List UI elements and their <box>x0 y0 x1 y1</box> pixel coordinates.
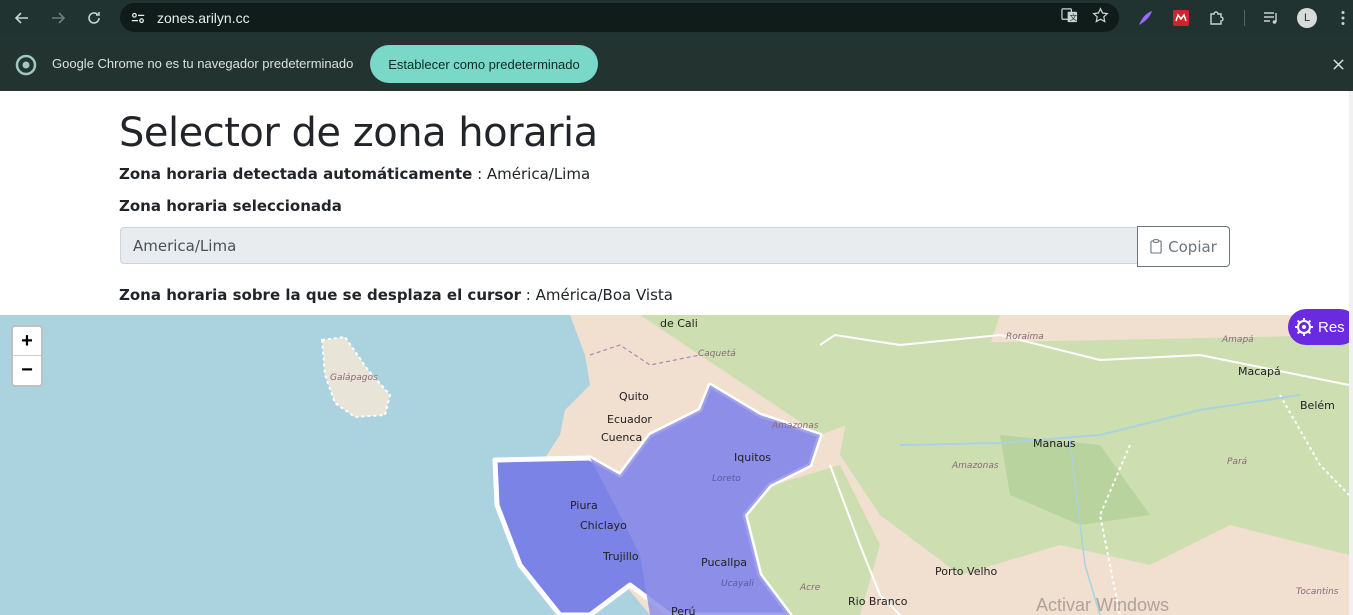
windows-activation-watermark: Activar Windows <box>1036 595 1170 615</box>
selected-label: Zona horaria seleccionada <box>119 197 342 215</box>
map-label: Perú <box>671 605 696 615</box>
map-label: de Cali <box>660 317 698 330</box>
map-label: Piura <box>570 499 598 512</box>
hover-label: Zona horaria sobre la que se desplaza el… <box>119 286 522 304</box>
map-label: Iquitos <box>734 451 772 464</box>
map-label: Roraima <box>1006 332 1044 342</box>
map-label: Chiclayo <box>580 519 627 532</box>
floating-settings-button[interactable]: Res <box>1288 309 1353 345</box>
chrome-logo-icon <box>15 54 37 76</box>
avatar[interactable]: L <box>1297 8 1317 28</box>
selected-timezone-label: Zona horaria seleccionada <box>119 197 342 215</box>
map-label: Rio Branco <box>848 595 908 608</box>
profile-avatar[interactable]: L <box>1294 5 1320 31</box>
page-content: Selector de zona horaria Zona horaria de… <box>0 91 1353 615</box>
gear-icon <box>1295 318 1313 336</box>
map-label: Amazonas <box>772 421 819 431</box>
map-label: Belém <box>1300 399 1335 412</box>
timezone-map[interactable]: + − de Cali Caquetá Galápagos Quito Ecua… <box>0 315 1349 615</box>
clipboard-icon <box>1150 239 1162 254</box>
map-label: Manaus <box>1033 437 1076 450</box>
map-label: Acre <box>800 583 821 593</box>
hover-value: : América/Boa Vista <box>521 286 673 304</box>
site-info-icon[interactable] <box>129 9 147 27</box>
map-label: Pucallpa <box>701 556 748 569</box>
feather-extension-icon[interactable] <box>1132 5 1158 31</box>
media-playlist-icon[interactable] <box>1258 5 1284 31</box>
close-icon[interactable] <box>1329 55 1347 73</box>
reload-icon[interactable] <box>80 4 108 32</box>
infobar-message: Google Chrome no es tu navegador predete… <box>52 56 354 71</box>
extensions-puzzle-icon[interactable] <box>1204 5 1230 31</box>
map-label: Amazonas <box>952 461 999 471</box>
map-label: Pará <box>1227 457 1248 467</box>
copy-button[interactable]: Copiar <box>1137 226 1230 267</box>
default-browser-infobar: Google Chrome no es tu navegador predete… <box>0 37 1353 91</box>
url-text[interactable]: zones.arilyn.cc <box>157 10 250 26</box>
map-label: Quito <box>619 390 649 403</box>
forward-icon[interactable] <box>44 4 72 32</box>
detected-label: Zona horaria detectada automáticamente <box>119 165 473 183</box>
map-label: Tocantins <box>1296 587 1339 597</box>
selected-timezone-input[interactable] <box>120 227 1138 264</box>
svg-text:文: 文 <box>1070 12 1078 22</box>
map-label: Amapá <box>1222 335 1254 345</box>
more-menu-icon[interactable] <box>1330 5 1353 31</box>
map-tiles <box>320 315 1349 615</box>
bookmark-star-icon[interactable] <box>1092 6 1109 29</box>
detected-value: : América/Lima <box>472 165 591 183</box>
mendeley-extension-icon[interactable] <box>1168 5 1194 31</box>
map-label: Loreto <box>712 474 741 484</box>
map-label: Caquetá <box>698 349 736 359</box>
map-label: Macapá <box>1238 365 1281 378</box>
translate-icon[interactable]: 文 <box>1061 7 1078 29</box>
browser-toolbar: zones.arilyn.cc 文 L <box>0 0 1353 37</box>
set-default-button[interactable]: Establecer como predeterminado <box>370 45 598 83</box>
zoom-out-button[interactable]: − <box>13 356 41 385</box>
back-icon[interactable] <box>8 4 36 32</box>
map-label: Porto Velho <box>935 565 998 578</box>
map-label: Ucayali <box>721 579 754 589</box>
zoom-in-button[interactable]: + <box>13 327 41 356</box>
page-scrollbar[interactable] <box>1349 91 1353 615</box>
toolbar-divider <box>1240 5 1248 31</box>
copy-label: Copiar <box>1168 237 1217 256</box>
floating-button-label: Res <box>1318 318 1345 336</box>
address-bar[interactable]: zones.arilyn.cc 文 <box>120 3 1119 32</box>
map-label: Galápagos <box>330 373 378 383</box>
page-title: Selector de zona horaria <box>119 110 598 156</box>
hover-timezone-line: Zona horaria sobre la que se desplaza el… <box>119 286 673 304</box>
detected-timezone-line: Zona horaria detectada automáticamente :… <box>119 165 590 183</box>
map-label: Ecuador <box>607 413 652 426</box>
zoom-control: + − <box>11 325 43 387</box>
map-label: Cuenca <box>601 431 643 444</box>
map-label: Trujillo <box>603 550 639 563</box>
